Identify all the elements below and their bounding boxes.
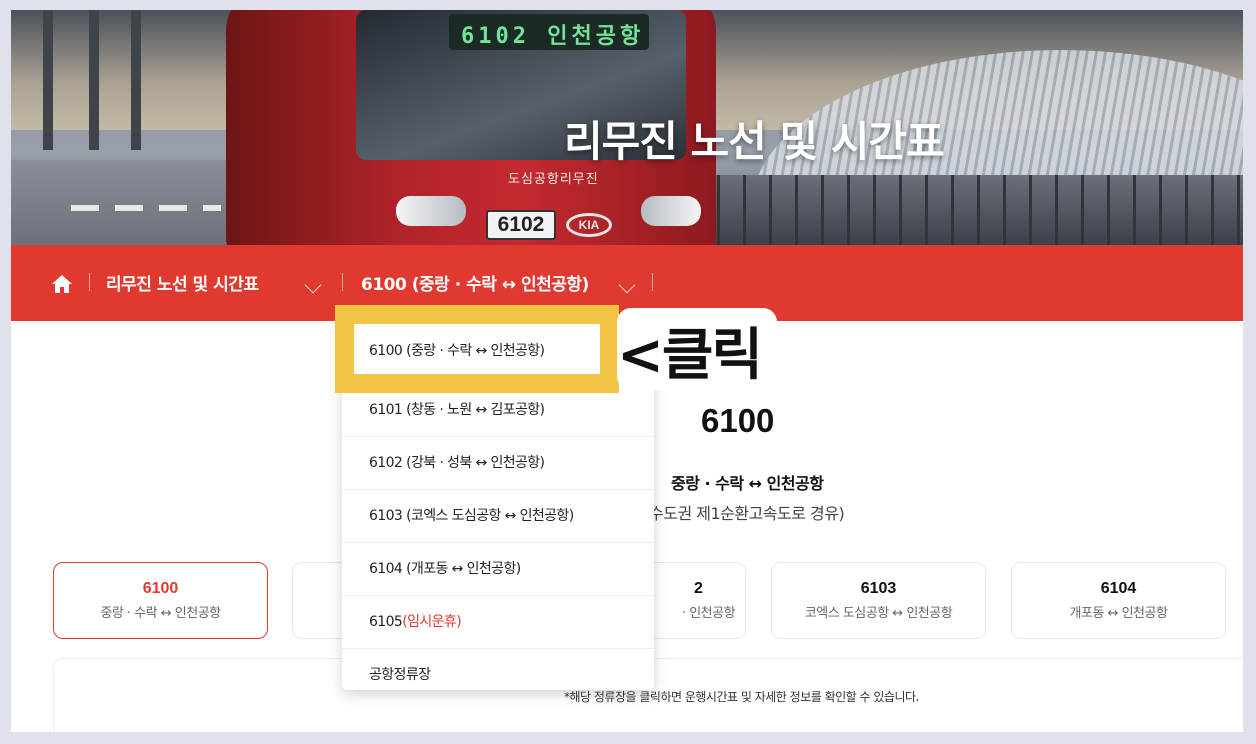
bus-headlight xyxy=(396,196,466,226)
breadcrumb-level2[interactable]: 6100 (중랑 · 수락 ↔ 인천공항) xyxy=(361,270,589,295)
suspended-badge: (임시운휴) xyxy=(402,614,462,630)
dropdown-item-6105[interactable]: 6105(임시운휴) xyxy=(342,596,654,649)
route-card-6104[interactable]: 6104 개포동 ↔ 인천공항 xyxy=(1011,562,1226,639)
dropdown-item-6102[interactable]: 6102 (강북 · 성북 ↔ 인천공항) xyxy=(342,437,654,490)
road-marking xyxy=(71,205,221,211)
route-card-desc: · 인천공항 xyxy=(681,606,736,621)
bus-caption: 도심공항리무진 xyxy=(508,172,599,187)
click-callout: <클릭 xyxy=(617,323,763,388)
page-frame: 6102 인천공항 도심공항리무진 6102 KIA 리무진 노선 및 시간표 … xyxy=(11,10,1243,732)
route-name: 중랑 · 수락 ↔ 인천공항 xyxy=(671,474,824,493)
pillar xyxy=(43,10,53,150)
route-card-6100[interactable]: 6100 중랑 · 수락 ↔ 인천공항 xyxy=(53,562,268,639)
route-card-number: 6104 xyxy=(1100,580,1137,597)
route-card-desc: 개포동 ↔ 인천공항 xyxy=(1069,606,1168,621)
pillar xyxy=(131,10,141,150)
route-card-number: 6103 xyxy=(860,580,897,597)
route-number: 6100 xyxy=(701,402,775,439)
route-card-desc: 중랑 · 수락 ↔ 인천공항 xyxy=(100,606,221,621)
terminal-railing xyxy=(691,175,1243,245)
dropdown-item-airport-stops[interactable]: 공항정류장 xyxy=(342,649,654,702)
hero-banner: 6102 인천공항 도심공항리무진 6102 KIA 리무진 노선 및 시간표 xyxy=(11,10,1243,245)
breadcrumb-level1[interactable]: 리무진 노선 및 시간표 xyxy=(106,270,259,295)
bus-destination-sign: 6102 인천공항 xyxy=(449,14,649,50)
dropdown-item-6104[interactable]: 6104 (개포동 ↔ 인천공항) xyxy=(342,543,654,596)
bus-logo: KIA xyxy=(566,213,612,237)
highlighted-item-label[interactable]: 6100 (중랑 · 수락 ↔ 인천공항) xyxy=(369,340,545,360)
route-card-number: 2 xyxy=(694,580,703,597)
bus-sign-text: 6102 인천공항 xyxy=(461,24,645,49)
route-card-desc: 코엑스 도심공항 ↔ 인천공항 xyxy=(804,606,953,621)
chevron-down-icon[interactable] xyxy=(618,276,636,294)
bus-headlight xyxy=(641,196,701,226)
chevron-down-icon[interactable] xyxy=(304,276,322,294)
breadcrumb-divider xyxy=(89,273,90,291)
pillar xyxy=(89,10,99,150)
breadcrumb-divider xyxy=(342,273,343,291)
breadcrumb-divider xyxy=(652,273,653,291)
route-card-6103[interactable]: 6103 코엑스 도심공항 ↔ 인천공항 xyxy=(771,562,986,639)
dropdown-item-6103[interactable]: 6103 (코엑스 도심공항 ↔ 인천공항) xyxy=(342,490,654,543)
bus-plate: 6102 xyxy=(486,210,556,240)
route-via: 수도권 제1순환고속도로 경유) xyxy=(649,504,845,523)
route-card-number: 6100 xyxy=(142,580,179,597)
page-title: 리무진 노선 및 시간표 xyxy=(564,117,945,166)
dropdown-item-label: 6105 xyxy=(369,614,403,630)
home-icon[interactable] xyxy=(51,273,73,295)
